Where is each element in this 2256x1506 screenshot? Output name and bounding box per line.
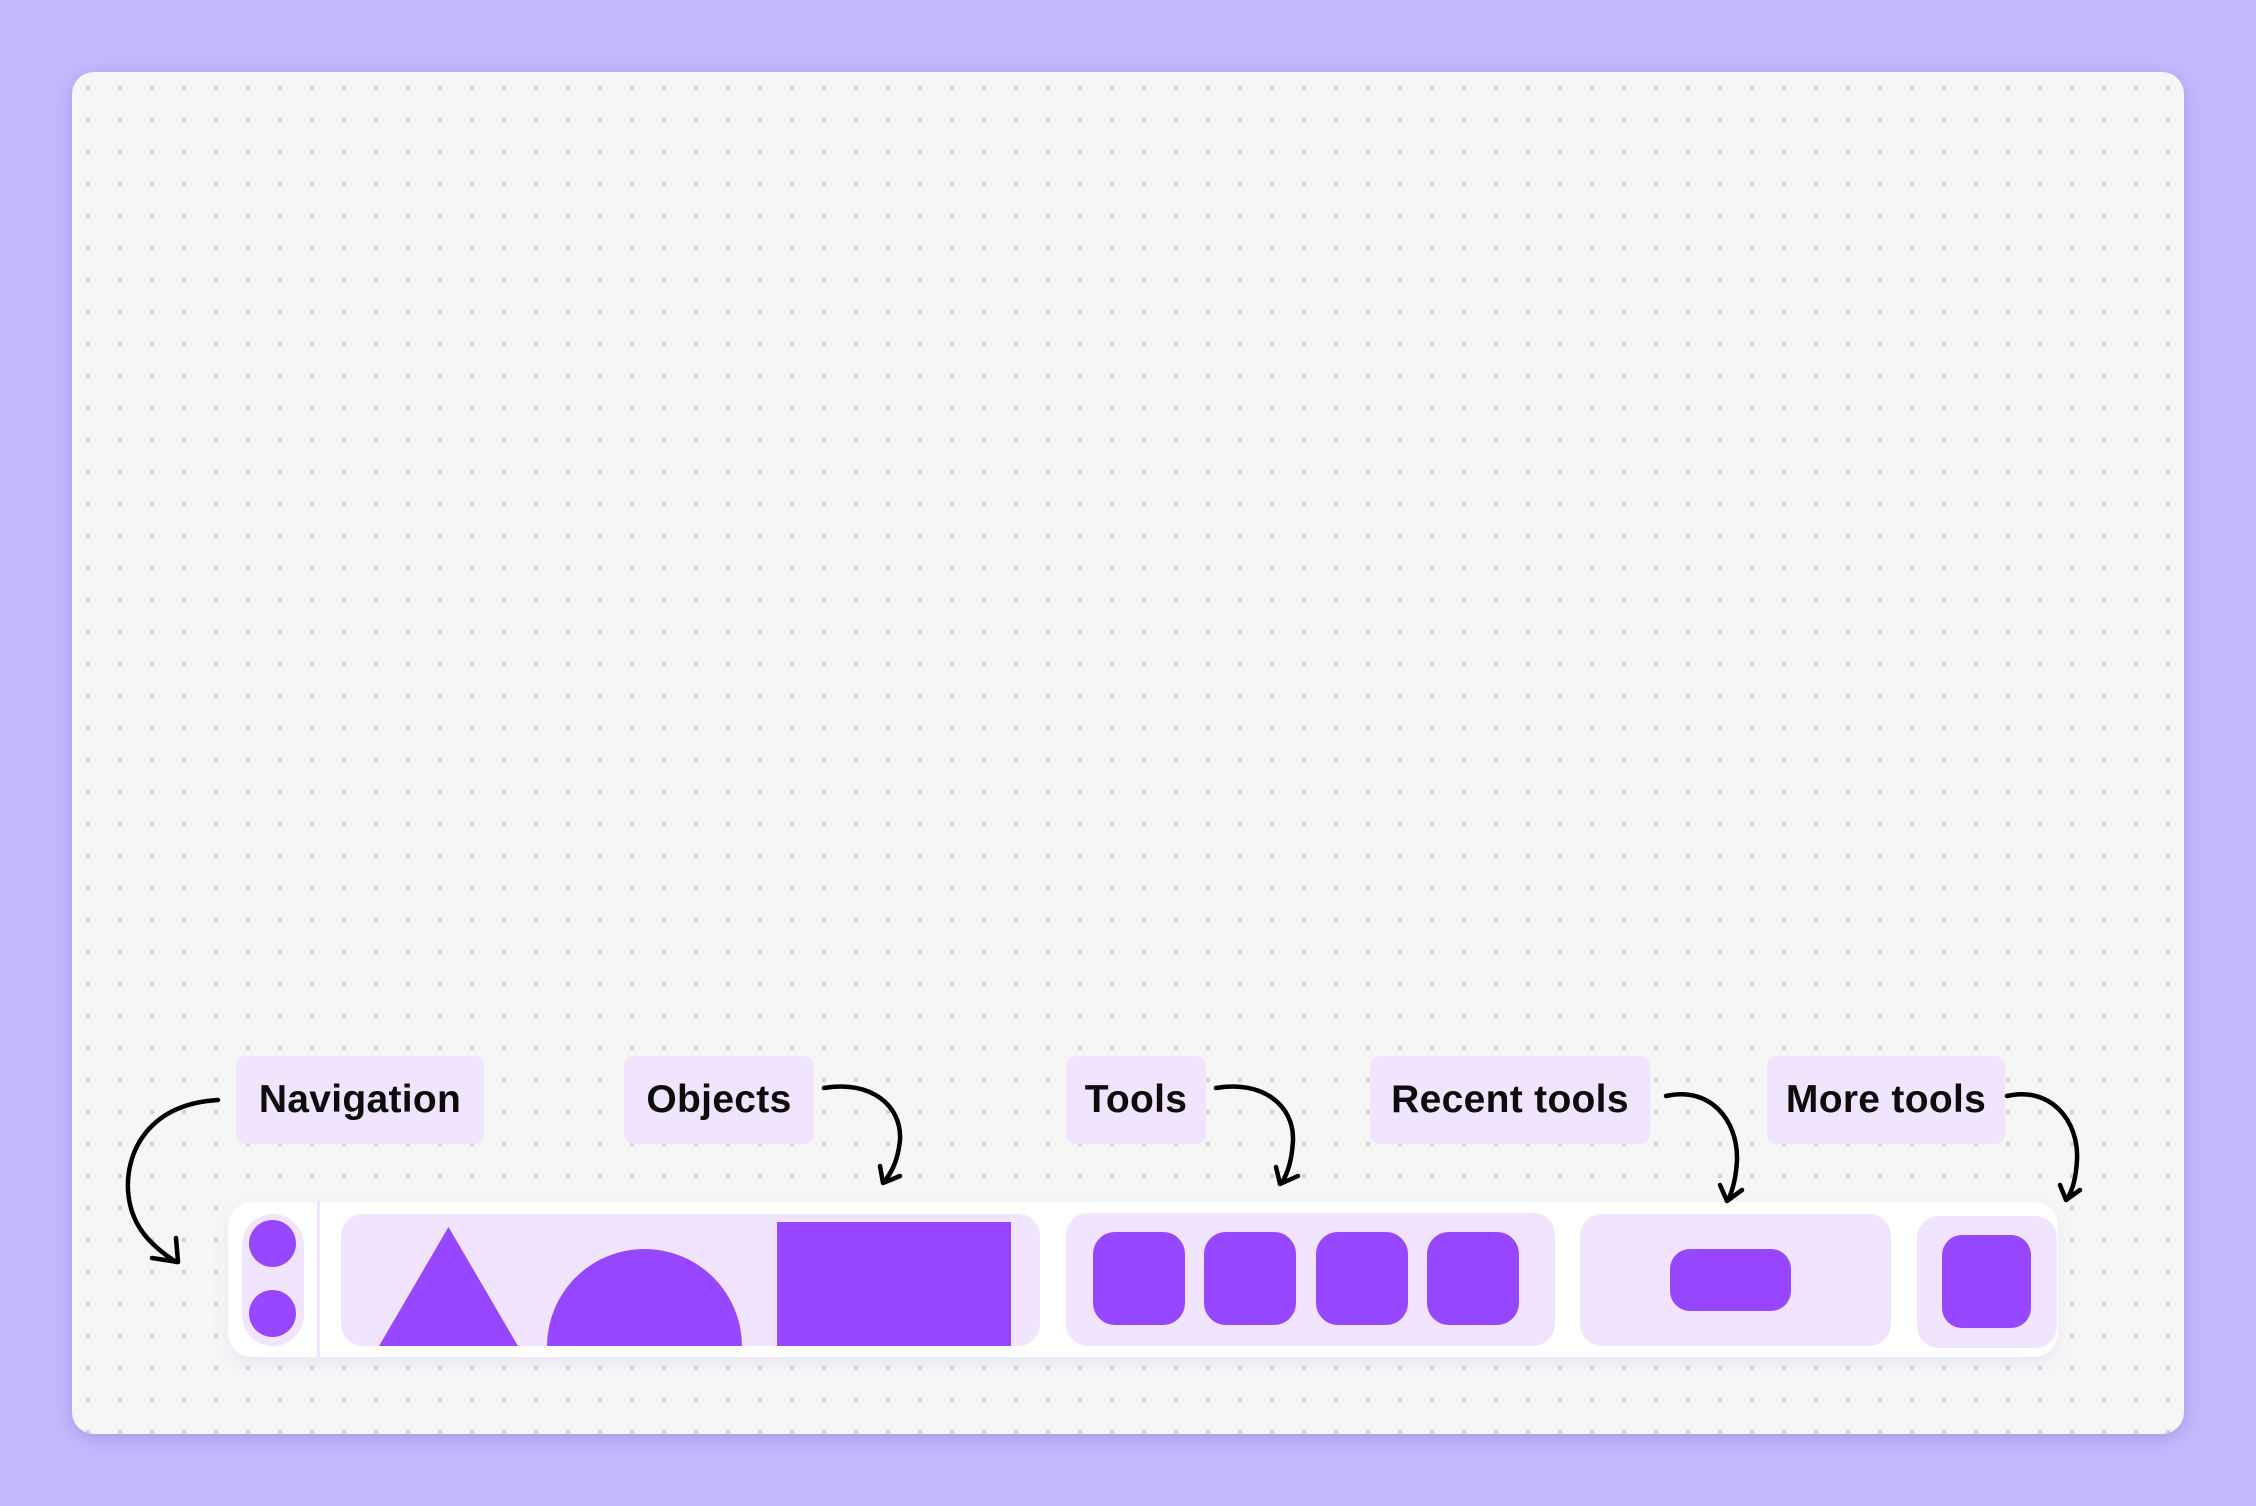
more-tools-button[interactable] <box>1942 1235 2031 1328</box>
rectangle-object[interactable] <box>777 1222 1011 1346</box>
label-recent-tools: Recent tools <box>1370 1056 1650 1144</box>
label-more-tools: More tools <box>1767 1056 2005 1144</box>
semicircle-object[interactable] <box>547 1249 742 1346</box>
label-navigation: Navigation <box>236 1056 484 1144</box>
label-navigation-text: Navigation <box>258 1078 462 1121</box>
objects-section <box>341 1214 1040 1346</box>
tool-button-2[interactable] <box>1204 1232 1296 1325</box>
label-tools: Tools <box>1066 1056 1206 1144</box>
label-tools-text: Tools <box>1084 1078 1188 1121</box>
label-more-tools-text: More tools <box>1785 1078 1987 1121</box>
nav-button-up[interactable] <box>249 1220 296 1267</box>
more-tools-section <box>1917 1216 2057 1348</box>
triangle-object[interactable] <box>379 1227 518 1346</box>
nav-button-down[interactable] <box>249 1290 296 1337</box>
tool-button-1[interactable] <box>1093 1232 1185 1325</box>
recent-tool-button[interactable] <box>1670 1249 1791 1311</box>
tools-section <box>1066 1213 1555 1346</box>
label-objects-text: Objects <box>646 1078 792 1121</box>
tool-button-4[interactable] <box>1427 1232 1519 1325</box>
label-recent-tools-text: Recent tools <box>1391 1078 1629 1121</box>
toolbar-divider <box>317 1202 320 1357</box>
tool-button-3[interactable] <box>1316 1232 1408 1325</box>
recent-tools-section <box>1580 1214 1891 1346</box>
label-objects: Objects <box>624 1056 814 1144</box>
